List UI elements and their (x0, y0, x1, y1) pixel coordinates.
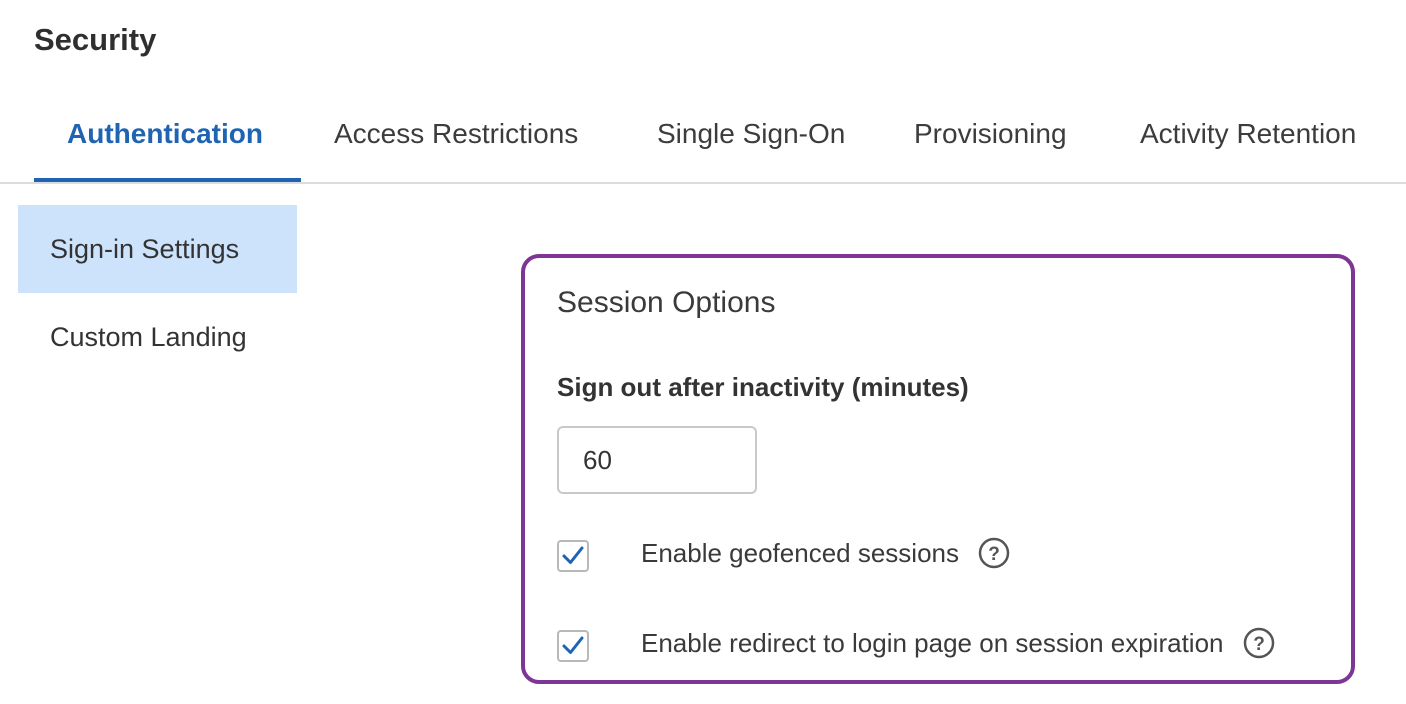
geofenced-sessions-checkbox[interactable] (557, 540, 589, 572)
tab-activity-retention[interactable]: Activity Retention (1140, 118, 1356, 150)
sidebar-item-custom-landing[interactable]: Custom Landing (18, 293, 297, 381)
svg-text:?: ? (1253, 634, 1265, 655)
page-title: Security (34, 22, 157, 57)
question-circle-icon[interactable]: ? (978, 537, 1010, 569)
tab-provisioning[interactable]: Provisioning (914, 118, 1067, 150)
geofenced-sessions-label: Enable geofenced sessions ? (641, 537, 1010, 569)
svg-text:?: ? (988, 544, 1000, 565)
sidebar-item-sign-in-settings[interactable]: Sign-in Settings (18, 205, 297, 293)
inactivity-minutes-input[interactable] (557, 426, 757, 494)
inactivity-label: Sign out after inactivity (minutes) (557, 372, 969, 402)
redirect-login-text: Enable redirect to login page on session… (641, 628, 1224, 658)
active-tab-indicator (34, 178, 301, 182)
redirect-login-label: Enable redirect to login page on session… (641, 627, 1275, 659)
geofenced-sessions-text: Enable geofenced sessions (641, 538, 960, 568)
session-options-panel: Session Options Sign out after inactivit… (521, 254, 1355, 684)
tab-bar: Authentication Access Restrictions Singl… (0, 100, 1406, 184)
question-circle-icon[interactable]: ? (1243, 627, 1275, 659)
tab-single-sign-on[interactable]: Single Sign-On (657, 118, 845, 150)
redirect-login-checkbox[interactable] (557, 630, 589, 662)
tab-access-restrictions[interactable]: Access Restrictions (334, 118, 578, 150)
tab-authentication[interactable]: Authentication (67, 118, 263, 150)
checkmark-icon (562, 636, 584, 654)
panel-title: Session Options (557, 286, 776, 319)
checkmark-icon (562, 546, 584, 564)
